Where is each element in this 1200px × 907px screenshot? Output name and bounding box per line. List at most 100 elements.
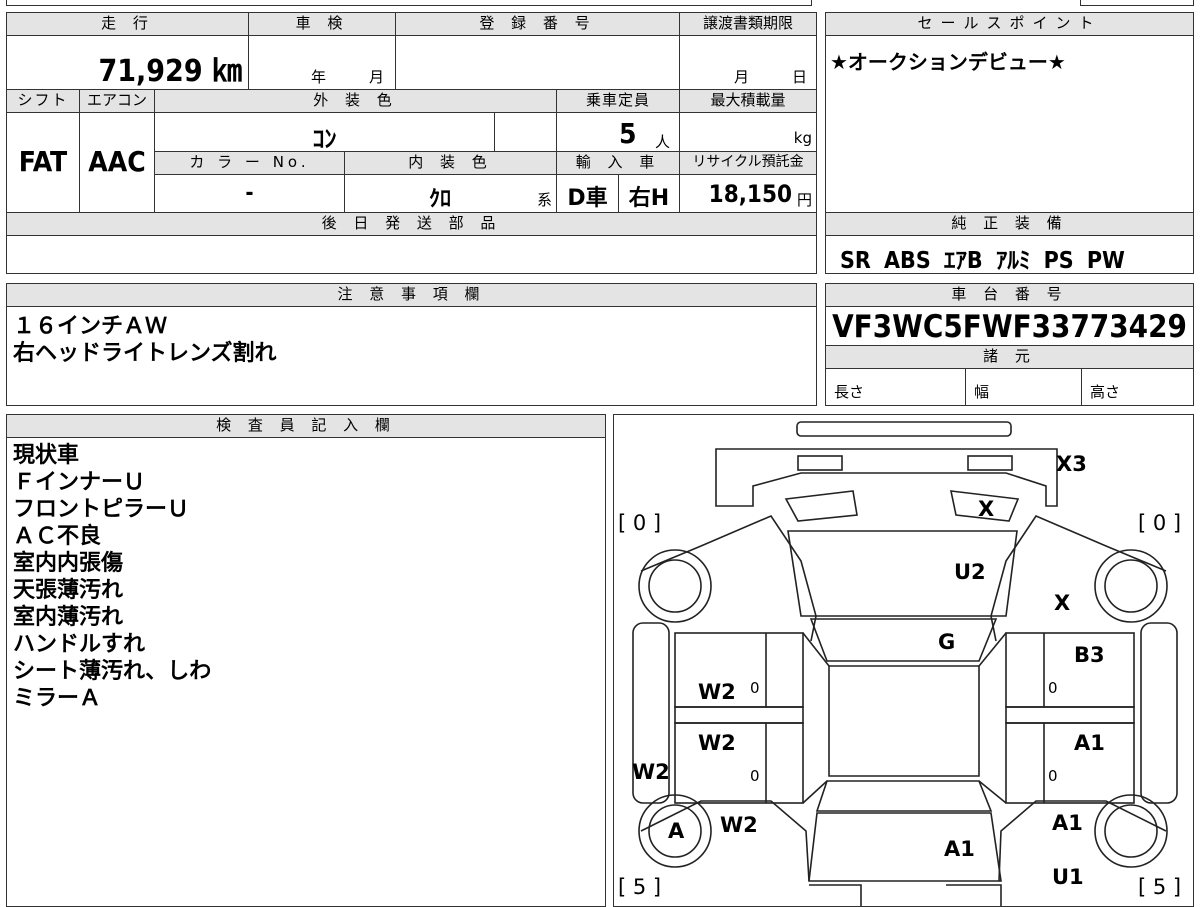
specs-height-cell: 高さ [1081, 368, 1194, 406]
recycle-cell: 18,150 円 [679, 174, 817, 213]
mark-fender-right: X [1054, 591, 1071, 615]
rear-bumper [809, 884, 1002, 906]
chassis-number: VF3WC5FWF33773429 [832, 309, 1187, 345]
front-plate [796, 421, 1012, 437]
inspection-year: 年 [311, 68, 327, 86]
specs-length-label: 長さ [834, 383, 865, 401]
tire-fr-label: [ 0 ] [1138, 511, 1182, 535]
tire-rr-label: [ 5 ] [1138, 875, 1182, 899]
mark-wheel-rl: A [668, 819, 685, 843]
chassis-cell: VF3WC5FWF33773429 [825, 306, 1194, 346]
pillar-left [802, 632, 830, 804]
equipment-header: 純 正 装 備 [825, 212, 1194, 236]
capacity-cell: 5 人 [556, 112, 680, 152]
specs-header: 諸 元 [825, 345, 1194, 369]
mark-headlight-right: X [978, 497, 995, 521]
notes-text: １６インチＡＷ 右ヘッドライトレンズ割れ [13, 314, 277, 366]
tire-fl-label: [ 0 ] [618, 511, 662, 535]
equipment-cell: SR ABS ｴｱB ｱﾙﾐ PS PW [825, 235, 1194, 274]
specs-height-label: 高さ [1090, 383, 1121, 401]
shift-value: FAT [18, 145, 68, 178]
import-type-value: D車 [567, 186, 608, 211]
load-unit: kg [793, 129, 812, 147]
inspector-text: 現状車 ＦインナーＵ フロントピラーＵ ＡＣ不良 室内内張傷 天張薄汚れ 室内薄… [13, 443, 212, 711]
pillar-right [978, 632, 1007, 804]
ac-value: AAC [88, 145, 146, 178]
mileage-cell: 71,929 ㎞ [6, 35, 249, 90]
windshield [809, 618, 998, 662]
import-header: 輸 入 車 [556, 151, 680, 175]
mark-rear-door-left: W2 [698, 731, 736, 755]
notes-header: 注 意 事 項 欄 [6, 283, 817, 307]
car-diagram-panel: [ 0 ] [ 0 ] [ 5 ] [ 5 ] X3 X U2 X G B3 W… [613, 414, 1194, 907]
ac-header: エアコン [79, 89, 155, 113]
mileage-value: 71,929 ㎞ [98, 54, 242, 89]
specs-length-cell: 長さ [825, 368, 966, 406]
mark-front-door-left-glass: 0 [750, 679, 760, 697]
specs-width-label: 幅 [974, 383, 990, 401]
color-no-header: カ ラ ー No. [154, 151, 345, 175]
mark-rocker-left: W2 [632, 760, 670, 784]
door-divider-left [674, 706, 804, 724]
rocker-right [1140, 622, 1178, 804]
roof [828, 665, 980, 777]
color-no-cell: - [154, 174, 345, 213]
registration-header: 登 録 番 号 [395, 12, 680, 36]
sales-header: セールスポイント [825, 12, 1194, 36]
shift-cell: FAT [6, 112, 80, 213]
rear-door-left [674, 722, 804, 804]
mark-hood: U2 [954, 560, 986, 584]
sales-text: ★オークションデビュー★ [830, 50, 1066, 74]
sales-cell: ★オークションデビュー★ [825, 35, 1194, 213]
mark-front-door-right: B3 [1074, 643, 1105, 667]
shift-header: シフト [6, 89, 80, 113]
transfer-cell: 月 日 [679, 35, 817, 90]
mark-quarter-left: W2 [720, 813, 758, 837]
capacity-value: 5 [619, 117, 637, 150]
recycle-value: 18,150 [708, 180, 792, 208]
load-cell: kg [679, 112, 817, 152]
color-no-value: - [245, 181, 254, 206]
inspection-cell: 年 月 [248, 35, 396, 90]
steering-cell: 右H [618, 174, 680, 213]
rear-door-right [1005, 722, 1135, 804]
mileage-header: 走 行 [6, 12, 249, 36]
car-diagram [632, 421, 1178, 906]
interior-suffix: 系 [536, 191, 552, 209]
later-parts-cell [6, 235, 817, 274]
recycle-header: リサイクル預託金 [679, 151, 817, 175]
inspection-month: 月 [369, 68, 385, 86]
headlight-left [784, 490, 858, 522]
transfer-day: 日 [792, 68, 808, 86]
exterior-extra-cell [494, 112, 557, 152]
mark-rear-door-left-glass: 0 [750, 767, 760, 785]
interior-value: ｸﾛ [428, 187, 451, 212]
front-door-right [1005, 632, 1135, 708]
mark-quarter-right: A1 [1052, 811, 1083, 835]
registration-cell [395, 35, 680, 90]
top-strip [6, 0, 812, 6]
later-parts-header: 後 日 発 送 部 品 [6, 212, 817, 236]
steering-value: 右H [628, 186, 670, 211]
rear-window [815, 780, 993, 812]
tire-rl-label: [ 5 ] [618, 875, 662, 899]
mark-rear-bumper-right: U1 [1052, 865, 1084, 889]
inspection-header: 車 検 [248, 12, 396, 36]
capacity-header: 乗車定員 [556, 89, 680, 113]
mark-bumper-front: X3 [1056, 452, 1087, 476]
top-strip-right [1080, 0, 1194, 6]
door-divider-right [1005, 706, 1135, 724]
inspector-header: 検 査 員 記 入 欄 [6, 414, 606, 438]
transfer-header: 譲渡書類期限 [679, 12, 817, 36]
mark-rear-door-right-glass: 0 [1048, 767, 1058, 785]
inspector-cell: 現状車 ＦインナーＵ フロントピラーＵ ＡＣ不良 室内内張傷 天張薄汚れ 室内薄… [6, 437, 606, 907]
equipment-items: SR ABS ｴｱB ｱﾙﾐ PS PW [840, 248, 1125, 274]
exterior-cell: ｺﾝ [154, 112, 495, 153]
import-type-cell: D車 [556, 174, 619, 213]
interior-cell: ｸﾛ 系 [344, 174, 557, 213]
capacity-unit: 人 [655, 133, 671, 151]
load-header: 最大積載量 [679, 89, 817, 113]
chassis-header: 車 台 番 号 [825, 283, 1194, 307]
fog-lamp-right [967, 455, 1013, 471]
mark-rear-door-right: A1 [1074, 731, 1105, 755]
